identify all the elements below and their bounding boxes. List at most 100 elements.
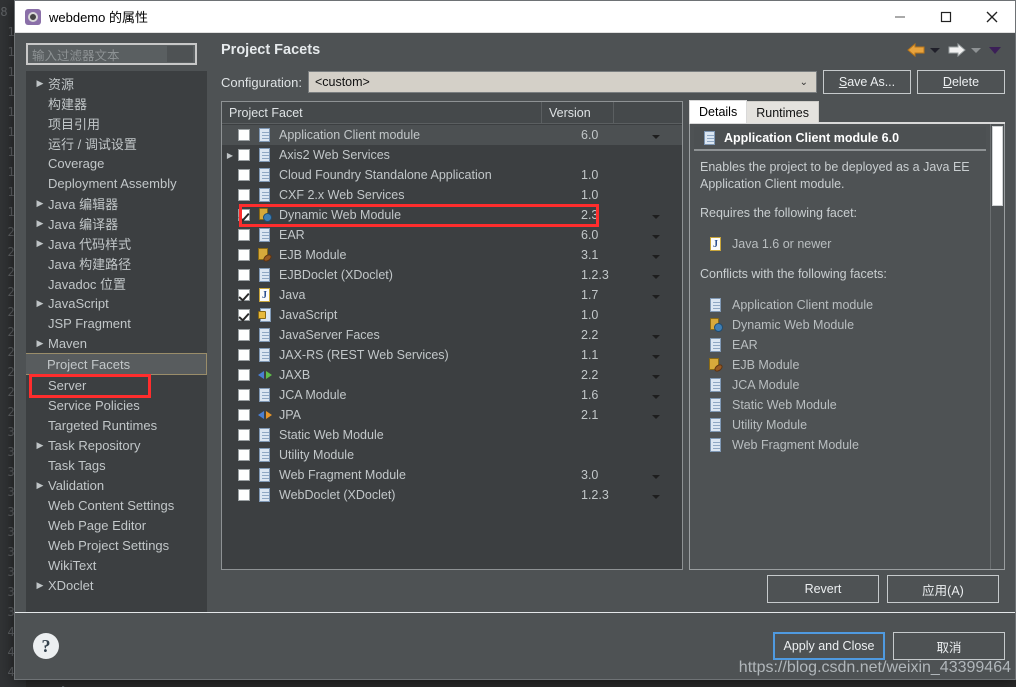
table-row[interactable]: ▶WebDoclet (XDoclet)1.2.3: [222, 485, 682, 505]
forward-history-chevron-down-icon[interactable]: [971, 47, 981, 53]
version-dropdown-chevron-down-icon[interactable]: [652, 248, 682, 262]
table-row[interactable]: ▶ Axis2 Web Services: [222, 145, 682, 165]
table-row[interactable]: ▶JAXB2.2: [222, 365, 682, 385]
facet-checkbox[interactable]: [238, 209, 250, 221]
facet-checkbox[interactable]: [238, 129, 250, 141]
tab-details[interactable]: Details: [689, 100, 748, 123]
facet-checkbox[interactable]: [238, 189, 250, 201]
version-dropdown-chevron-down-icon[interactable]: [652, 288, 682, 302]
sidebar-item-[interactable]: ▶运行 / 调试设置: [26, 133, 207, 153]
sidebar-item-wikitext[interactable]: ▶WikiText: [26, 555, 207, 575]
sidebar-item-maven[interactable]: ▶ Maven: [26, 333, 207, 353]
sidebar-item-project-facets[interactable]: ▶Project Facets: [26, 353, 207, 375]
expand-chevron-right-icon[interactable]: ▶: [32, 480, 48, 491]
version-dropdown-chevron-down-icon[interactable]: [652, 368, 682, 382]
facet-checkbox[interactable]: [238, 229, 250, 241]
table-row[interactable]: ▶CXF 2.x Web Services1.0: [222, 185, 682, 205]
column-header-blank[interactable]: [614, 102, 682, 123]
facet-checkbox[interactable]: [238, 329, 250, 341]
sidebar-item-javascript[interactable]: ▶ JavaScript: [26, 293, 207, 313]
project-facet-table[interactable]: Project Facet Version ▶ Application Clien…: [221, 101, 683, 570]
configuration-select[interactable]: <custom> ⌄: [307, 71, 817, 93]
delete-button[interactable]: Delete: [917, 70, 1005, 94]
apply-button[interactable]: 应用(A): [887, 575, 999, 603]
sidebar-item-coverage[interactable]: ▶Coverage: [26, 153, 207, 173]
facet-checkbox[interactable]: [238, 389, 250, 401]
version-dropdown-chevron-down-icon[interactable]: [652, 228, 682, 242]
version-dropdown-chevron-down-icon[interactable]: [652, 208, 682, 222]
expand-chevron-right-icon[interactable]: ▶: [32, 198, 48, 209]
expand-chevron-right-icon[interactable]: ▶: [32, 298, 48, 309]
sidebar-item-web-content-settings[interactable]: ▶Web Content Settings: [26, 495, 207, 515]
sidebar-item-web-page-editor[interactable]: ▶Web Page Editor: [26, 515, 207, 535]
table-row[interactable]: ▶Dynamic Web Module2.3: [222, 205, 682, 225]
version-dropdown-chevron-down-icon[interactable]: [652, 328, 682, 342]
apply-and-close-button[interactable]: Apply and Close: [773, 632, 885, 660]
sidebar-item-[interactable]: ▶ 资源: [26, 73, 207, 93]
sidebar-item-validation[interactable]: ▶ Validation: [26, 475, 207, 495]
question-mark-icon[interactable]: ?: [33, 633, 59, 659]
version-dropdown-chevron-down-icon[interactable]: [652, 268, 682, 282]
sidebar-item-java[interactable]: ▶ Java 代码样式: [26, 233, 207, 253]
table-row[interactable]: ▶JavaScript1.0: [222, 305, 682, 325]
sidebar-item-jsp-fragment[interactable]: ▶JSP Fragment: [26, 313, 207, 333]
facet-checkbox[interactable]: [238, 169, 250, 181]
table-row[interactable]: ▶JAX-RS (REST Web Services)1.1: [222, 345, 682, 365]
sidebar-item-javadoc[interactable]: ▶Javadoc 位置: [26, 273, 207, 293]
facet-checkbox[interactable]: [238, 489, 250, 501]
facet-checkbox[interactable]: [238, 269, 250, 281]
sidebar-item-java[interactable]: ▶ Java 编辑器: [26, 193, 207, 213]
page-menu-chevron-down-icon[interactable]: [989, 46, 1001, 54]
revert-button[interactable]: Revert: [767, 575, 879, 603]
table-row[interactable]: ▶Web Fragment Module3.0: [222, 465, 682, 485]
table-row[interactable]: ▶Static Web Module: [222, 425, 682, 445]
facet-checkbox[interactable]: [238, 429, 250, 441]
table-row[interactable]: ▶JJava1.7: [222, 285, 682, 305]
table-row[interactable]: ▶EJBDoclet (XDoclet)1.2.3: [222, 265, 682, 285]
facet-checkbox[interactable]: [238, 289, 250, 301]
sidebar-item-java[interactable]: ▶Java 构建路径: [26, 253, 207, 273]
facet-checkbox[interactable]: [238, 469, 250, 481]
sidebar-item-server[interactable]: ▶Server: [26, 375, 207, 395]
table-row[interactable]: ▶EAR6.0: [222, 225, 682, 245]
expand-chevron-right-icon[interactable]: ▶: [32, 218, 48, 229]
back-history-chevron-down-icon[interactable]: [930, 47, 940, 53]
facet-checkbox[interactable]: [238, 409, 250, 421]
table-row[interactable]: ▶Utility Module: [222, 445, 682, 465]
facet-checkbox[interactable]: [238, 309, 250, 321]
tab-runtimes[interactable]: Runtimes: [746, 101, 820, 123]
filter-input[interactable]: 输入过滤器文本: [26, 43, 197, 65]
facet-checkbox[interactable]: [238, 369, 250, 381]
settings-tree[interactable]: ▶资源▶构建器▶项目引用▶运行 / 调试设置▶Coverage▶Deployme…: [26, 71, 207, 612]
forward-arrow-icon[interactable]: [947, 42, 967, 58]
table-row[interactable]: ▶JCA Module1.6: [222, 385, 682, 405]
expand-chevron-right-icon[interactable]: ▶: [32, 440, 48, 451]
sidebar-item-task-tags[interactable]: ▶Task Tags: [26, 455, 207, 475]
back-arrow-icon[interactable]: [906, 42, 926, 58]
sidebar-item-targeted-runtimes[interactable]: ▶Targeted Runtimes: [26, 415, 207, 435]
sidebar-item-service-policies[interactable]: ▶Service Policies: [26, 395, 207, 415]
cancel-button[interactable]: 取消: [893, 632, 1005, 660]
table-row[interactable]: ▶EJB Module3.1: [222, 245, 682, 265]
table-row[interactable]: ▶Application Client module6.0: [222, 125, 682, 145]
expand-chevron-right-icon[interactable]: ▶: [32, 78, 48, 89]
sidebar-item-web-project-settings[interactable]: ▶Web Project Settings: [26, 535, 207, 555]
version-dropdown-chevron-down-icon[interactable]: [652, 468, 682, 482]
table-row[interactable]: ▶JavaServer Faces2.2: [222, 325, 682, 345]
facet-checkbox[interactable]: [238, 149, 250, 161]
maximize-button[interactable]: [923, 1, 969, 33]
facet-checkbox[interactable]: [238, 249, 250, 261]
column-header-version[interactable]: Version: [542, 102, 614, 123]
version-dropdown-chevron-down-icon[interactable]: [652, 408, 682, 422]
facet-checkbox[interactable]: [238, 449, 250, 461]
expand-chevron-right-icon[interactable]: ▶: [222, 151, 238, 160]
facet-checkbox[interactable]: [238, 349, 250, 361]
version-dropdown-chevron-down-icon[interactable]: [652, 128, 682, 142]
sidebar-item-[interactable]: ▶项目引用: [26, 113, 207, 133]
save-as-button[interactable]: Save As...: [823, 70, 911, 94]
version-dropdown-chevron-down-icon[interactable]: [652, 388, 682, 402]
sidebar-item-xdoclet[interactable]: ▶ XDoclet: [26, 575, 207, 595]
sidebar-item-task-repository[interactable]: ▶ Task Repository: [26, 435, 207, 455]
expand-chevron-right-icon[interactable]: ▶: [32, 338, 48, 349]
version-dropdown-chevron-down-icon[interactable]: [652, 488, 682, 502]
